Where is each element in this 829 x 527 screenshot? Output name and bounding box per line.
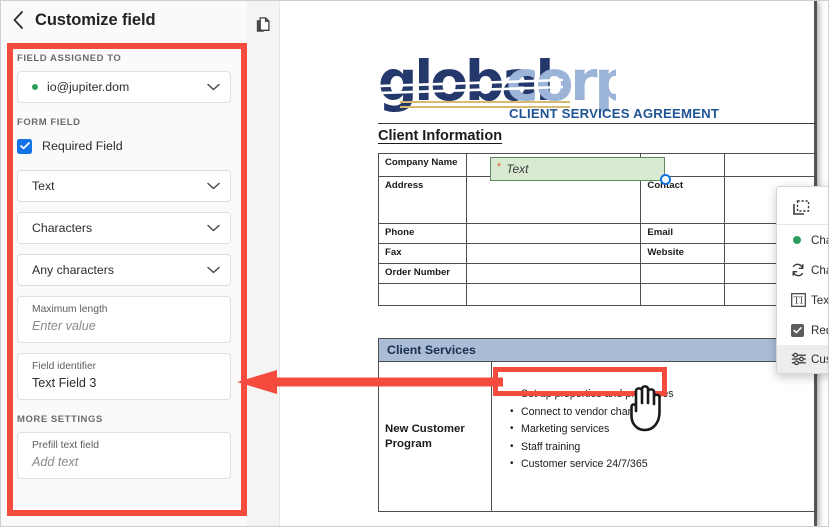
cell-blank-6 bbox=[465, 283, 642, 306]
list-item: Customer service 24/7/365 bbox=[508, 455, 810, 474]
cell-fax: Fax bbox=[378, 243, 467, 264]
chevron-down-icon bbox=[207, 182, 220, 190]
assignee-value: io@jupiter.dom bbox=[47, 80, 130, 94]
table-row: Address Contact bbox=[378, 176, 817, 224]
selected-form-field[interactable]: * Text bbox=[490, 157, 665, 181]
panel-header: Customize field bbox=[1, 1, 247, 39]
required-field-label: Required Field bbox=[42, 139, 123, 153]
max-length-field[interactable]: Maximum length Enter value bbox=[17, 296, 231, 343]
chevron-left-icon[interactable] bbox=[1, 1, 35, 39]
recipient-dot-icon bbox=[791, 236, 811, 244]
cell-blank-7 bbox=[640, 283, 726, 306]
max-length-label: Maximum length bbox=[32, 304, 108, 315]
text-format-icon: TI bbox=[791, 293, 811, 307]
table-row: Order Number bbox=[378, 263, 817, 284]
chevron-down-icon bbox=[207, 83, 220, 91]
prefill-input[interactable]: Add text bbox=[32, 455, 218, 469]
field-rule-value: Any characters bbox=[32, 263, 115, 277]
context-menu-toolbar: ••• bbox=[777, 191, 828, 225]
duplicate-field-icon[interactable] bbox=[793, 199, 810, 216]
menu-item-label: Required field bbox=[811, 323, 828, 337]
required-field-row[interactable]: Required Field bbox=[17, 135, 231, 157]
cell-company-name: Company Name bbox=[378, 153, 467, 177]
cell-website: Website bbox=[640, 243, 726, 264]
cell-phone-value[interactable] bbox=[465, 223, 642, 244]
cell-address-value[interactable] bbox=[465, 176, 642, 224]
field-type-value: Text bbox=[32, 179, 55, 193]
field-context-menu: ••• Change recipients bbox=[776, 186, 829, 374]
more-settings-label: MORE SETTINGS bbox=[17, 414, 103, 425]
menu-item-label: Change field type bbox=[811, 263, 828, 277]
refresh-icon bbox=[791, 263, 811, 277]
cell-email: Email bbox=[640, 223, 726, 244]
field-assigned-to-label: FIELD ASSIGNED TO bbox=[17, 53, 122, 64]
assignee-dropdown[interactable]: io@jupiter.dom bbox=[17, 71, 231, 103]
customize-field-panel: Customize field FIELD ASSIGNED TO io@jup… bbox=[1, 1, 247, 526]
client-services-table: Client Services New Customer Program Set… bbox=[378, 338, 817, 512]
menu-item-customize-field[interactable]: Customize field bbox=[777, 345, 828, 373]
mouse-cursor-hand bbox=[630, 385, 661, 432]
document-viewport: global corp CLIENT SERVICES AGREEMEN bbox=[280, 1, 828, 526]
page-title: Customize field bbox=[35, 10, 156, 29]
cell-blank-2 bbox=[724, 153, 817, 177]
prefill-text-field[interactable]: Prefill text field Add text bbox=[17, 432, 231, 479]
menu-item-label: Customize field bbox=[811, 352, 828, 366]
table-row bbox=[378, 283, 817, 306]
field-identifier-label: Field identifier bbox=[32, 361, 97, 372]
chevron-down-icon bbox=[207, 224, 220, 232]
menu-item-change-field-type[interactable]: Change field type bbox=[777, 255, 828, 285]
required-marker-icon: * bbox=[497, 161, 502, 173]
menu-item-label: Text format bbox=[811, 293, 829, 307]
table-row: Fax Website bbox=[378, 243, 817, 264]
field-identifier-input[interactable]: Text Field 3 bbox=[32, 376, 218, 390]
sliders-icon bbox=[791, 352, 811, 366]
max-length-input[interactable]: Enter value bbox=[32, 319, 218, 333]
header-divider bbox=[378, 123, 817, 124]
list-item: Staff training bbox=[508, 438, 810, 457]
cell-fax-value[interactable] bbox=[465, 243, 642, 264]
client-services-header: Client Services bbox=[378, 338, 817, 362]
svg-text:TI: TI bbox=[794, 296, 804, 306]
field-rule-dropdown[interactable]: Any characters bbox=[17, 254, 231, 286]
app-window: Customize field FIELD ASSIGNED TO io@jup… bbox=[0, 0, 829, 527]
table-row: Phone Email bbox=[378, 223, 817, 244]
field-unit-value: Characters bbox=[32, 221, 93, 235]
prefill-label: Prefill text field bbox=[32, 440, 99, 451]
menu-item-change-recipients[interactable]: Change recipients bbox=[777, 225, 828, 255]
client-information-heading: Client Information bbox=[378, 128, 503, 144]
agreement-title: CLIENT SERVICES AGREEMENT bbox=[509, 106, 720, 121]
cell-order-number: Order Number bbox=[378, 263, 467, 284]
recipient-dot-icon bbox=[32, 84, 38, 90]
field-resize-handle[interactable] bbox=[660, 174, 671, 185]
cell-address: Address bbox=[378, 176, 467, 224]
menu-item-label: Change recipients bbox=[811, 233, 828, 247]
field-type-dropdown[interactable]: Text bbox=[17, 170, 231, 202]
chevron-down-icon bbox=[207, 266, 220, 274]
page-thumbnail-strip bbox=[247, 1, 280, 526]
form-field-label: FORM FIELD bbox=[17, 117, 81, 128]
selected-field-text: Text bbox=[506, 162, 529, 176]
menu-item-text-format[interactable]: TI Text format bbox=[777, 285, 829, 315]
checkbox-checked-icon[interactable] bbox=[791, 323, 811, 337]
svg-text:corp: corp bbox=[506, 53, 616, 113]
field-identifier-field[interactable]: Field identifier Text Field 3 bbox=[17, 353, 231, 400]
cell-contact: Contact bbox=[640, 176, 726, 224]
field-unit-dropdown[interactable]: Characters bbox=[17, 212, 231, 244]
menu-item-required-field[interactable]: Required field bbox=[777, 315, 828, 345]
cell-blank-5 bbox=[378, 283, 467, 306]
cell-phone: Phone bbox=[378, 223, 467, 244]
checkbox-checked-icon[interactable] bbox=[17, 138, 32, 154]
annotation-arrow bbox=[237, 370, 503, 394]
document-page: global corp CLIENT SERVICES AGREEMEN bbox=[280, 1, 828, 526]
panel-body: FIELD ASSIGNED TO io@jupiter.dom FORM FI… bbox=[1, 39, 247, 526]
pages-copy-icon[interactable] bbox=[256, 17, 272, 40]
table-row: Client Services bbox=[378, 338, 817, 362]
cell-order-number-value[interactable] bbox=[465, 263, 642, 284]
cell-blank-3 bbox=[640, 263, 726, 284]
